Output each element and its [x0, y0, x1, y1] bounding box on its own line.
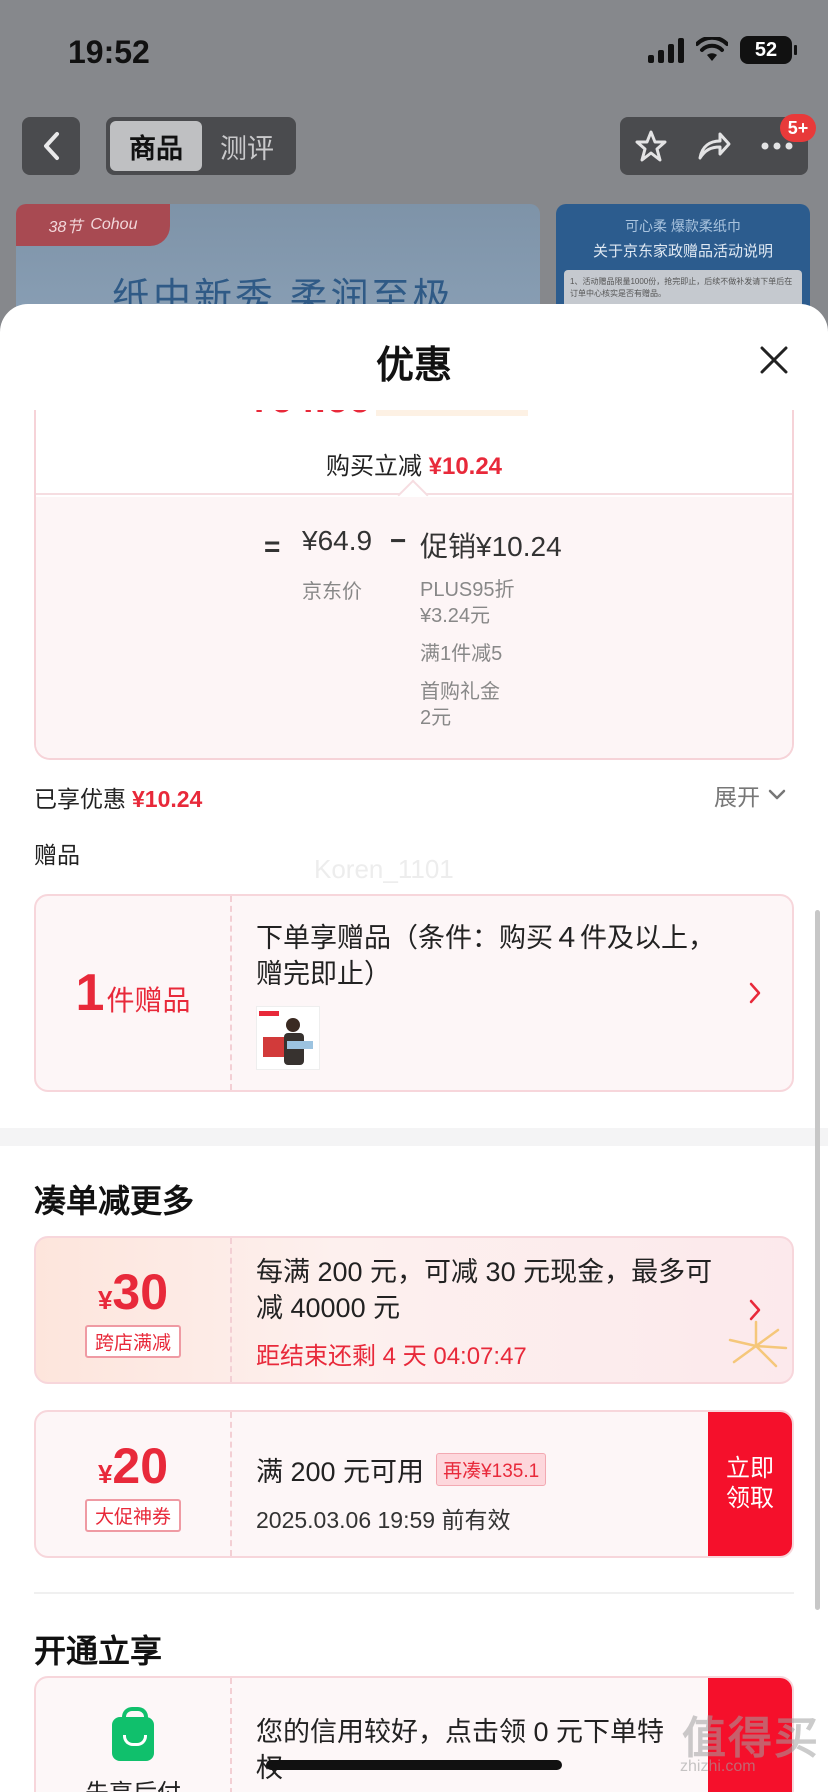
status-time: 19:52	[68, 34, 150, 70]
message-count-badge: 5+	[780, 114, 816, 142]
sheet-title: 优惠	[375, 345, 452, 387]
voucher-condition: 满 200 元可用 再凑¥135.1	[256, 1450, 684, 1489]
gift-image-icon	[259, 1011, 313, 1065]
promo-voucher-card: ¥ 20 大促神券 满 200 元可用 再凑¥135.1 2025.03.06 …	[34, 1410, 794, 1558]
site-watermark-url: zhizhi.com	[680, 1758, 756, 1775]
credit-pay-label: 先享后付	[85, 1773, 181, 1792]
gift-count: 1 件赠品	[76, 963, 191, 1023]
promo-total: 促销¥10.24	[420, 531, 562, 562]
final-price-tag	[376, 410, 528, 416]
more-icon[interactable]	[760, 141, 794, 151]
enjoyed-discount-label: 已享优惠	[34, 786, 126, 812]
banner-tag-label: 38节	[48, 219, 83, 236]
chevron-left-icon	[44, 132, 59, 160]
sheet-scrollbar[interactable]	[815, 910, 820, 1610]
back-button[interactable]	[22, 117, 80, 175]
enjoyed-discount: 已享优惠 ¥10.24	[34, 780, 202, 814]
purchase-cut-line: 购买立减 ¥10.24	[36, 446, 792, 481]
discount-sheet: 优惠 ¥64.66 购买立减 ¥10.24 = ¥64.9 京东价 − 促销¥1…	[0, 304, 828, 1792]
promo-item: 首购礼金 2元	[420, 681, 500, 729]
purchase-cut-label: 购买立减	[325, 453, 422, 480]
credit-pay-text: 您的信用较好，点击领 0 元下单特权	[256, 1717, 665, 1783]
voucher-amount-panel: ¥ 20 大促神券	[36, 1412, 232, 1556]
purchase-cut-value: ¥10.24	[428, 453, 503, 480]
close-icon[interactable]	[756, 342, 792, 378]
sparkle-decoration-icon	[728, 1320, 788, 1368]
gift-count-panel: 1 件赠品	[36, 896, 232, 1090]
voucher-amount: ¥ 20	[98, 1437, 168, 1495]
gift-section-label: 赠品	[34, 842, 80, 868]
product-review-tabs: 商品 测评	[106, 117, 296, 175]
currency-symbol: ¥	[97, 1284, 113, 1315]
gift-count-unit: 件赠品	[106, 985, 191, 1016]
add-more-tag: 再凑¥135.1	[436, 1453, 547, 1486]
battery-icon: 52	[740, 36, 797, 64]
promo-item: 满1件减5	[420, 643, 503, 665]
expand-label: 展开	[714, 784, 760, 810]
jd-price: ¥64.9	[302, 525, 373, 556]
gift-count-number: 1	[75, 964, 105, 1022]
price-breakdown-card: ¥64.66 购买立减 ¥10.24 = ¥64.9 京东价 − 促销¥10.2…	[34, 410, 794, 760]
site-watermark-logo: 值得买	[682, 1714, 820, 1763]
cross-store-discount-card[interactable]: ¥ 30 跨店满减 每满 200 元，可减 30 元现金，最多可减 40000 …	[34, 1236, 794, 1384]
chevron-down-icon	[768, 789, 786, 800]
promo-list: PLUS95折 ¥3.24元 满1件减5 首购礼金 2元	[420, 577, 620, 743]
expand-button[interactable]: 展开	[714, 778, 786, 812]
side-card-subtitle: 关于京东家政赠品活动说明	[592, 243, 773, 260]
signal-icon	[648, 37, 684, 63]
star-icon[interactable]	[634, 129, 668, 163]
enjoyed-discount-value: ¥10.24	[132, 786, 203, 812]
status-bar: 19:52 52	[0, 0, 828, 100]
final-price-partial: ¥64.66	[248, 410, 370, 420]
gift-detail: 下单享赠品（条件：购买４件及以上，赠完即止）	[232, 896, 792, 1090]
more-deals-title: 凑单减更多	[34, 1183, 195, 1219]
voucher-condition-text: 满 200 元可用	[256, 1457, 425, 1487]
currency-symbol: ¥	[97, 1458, 113, 1489]
credit-pay-panel: 先享后付	[36, 1678, 232, 1792]
cross-store-amount: ¥ 30	[98, 1263, 168, 1321]
status-icons: 52	[648, 36, 797, 64]
home-indicator[interactable]	[266, 1760, 562, 1770]
user-watermark: Koren_1101	[314, 854, 454, 884]
voucher-detail: 满 200 元可用 再凑¥135.1 2025.03.06 19:59 前有效	[232, 1412, 708, 1556]
tab-product[interactable]: 商品	[110, 121, 202, 171]
banner-tag: 38节 Cohou	[16, 204, 170, 246]
gift-thumbnail[interactable]	[256, 1006, 320, 1070]
sheet-scroll-content[interactable]: ¥64.66 购买立减 ¥10.24 = ¥64.9 京东价 − 促销¥10.2…	[0, 410, 828, 1792]
credit-pay-detail: 您的信用较好，点击领 0 元下单特权	[232, 1678, 708, 1792]
price-breakdown-body: = ¥64.9 京东价 − 促销¥10.24 PLUS95折 ¥3.24元 满1…	[36, 497, 792, 758]
minus-sign: −	[390, 525, 407, 556]
section-divider	[0, 1128, 828, 1146]
tab-review[interactable]: 测评	[202, 121, 292, 171]
discount-amount: 30	[112, 1263, 169, 1320]
side-card-title: 可心柔 爆款柔纸巾	[625, 218, 741, 234]
equals-sign: =	[264, 531, 281, 562]
claim-button-label: 立即领取	[726, 1455, 774, 1512]
share-icon[interactable]	[696, 130, 732, 162]
voucher-validity: 2025.03.06 19:59 前有效	[256, 1507, 511, 1533]
voucher-tag: 大促神券	[84, 1498, 181, 1532]
promo-item: PLUS95折 ¥3.24元	[420, 579, 515, 627]
gift-condition-text: 下单享赠品（条件：购买４件及以上，赠完即止）	[256, 923, 715, 989]
chevron-right-icon	[749, 1299, 761, 1321]
jd-price-label: 京东价	[302, 581, 362, 603]
section-divider	[34, 1592, 794, 1594]
activate-title: 开通立享	[34, 1633, 163, 1669]
gift-card[interactable]: 1 件赠品 下单享赠品（条件：购买４件及以上，赠完即止）	[34, 894, 794, 1092]
voucher-value: 20	[112, 1437, 169, 1494]
wifi-icon	[696, 37, 728, 61]
shopping-bag-icon	[112, 1706, 154, 1761]
claim-voucher-button[interactable]: 立即领取	[708, 1412, 792, 1556]
countdown-timer: 距结束还剩 4 天 04:07:47	[256, 1343, 527, 1370]
cross-store-detail: 每满 200 元，可减 30 元现金，最多可减 40000 元 距结束还剩 4 …	[232, 1238, 792, 1382]
cross-store-tag: 跨店满减	[84, 1324, 181, 1358]
banner-brand-logo: Cohou	[90, 216, 138, 233]
chevron-right-icon	[749, 982, 761, 1004]
cross-store-amount-panel: ¥ 30 跨店满减	[36, 1238, 232, 1382]
cross-store-rule: 每满 200 元，可减 30 元现金，最多可减 40000 元	[256, 1257, 713, 1323]
